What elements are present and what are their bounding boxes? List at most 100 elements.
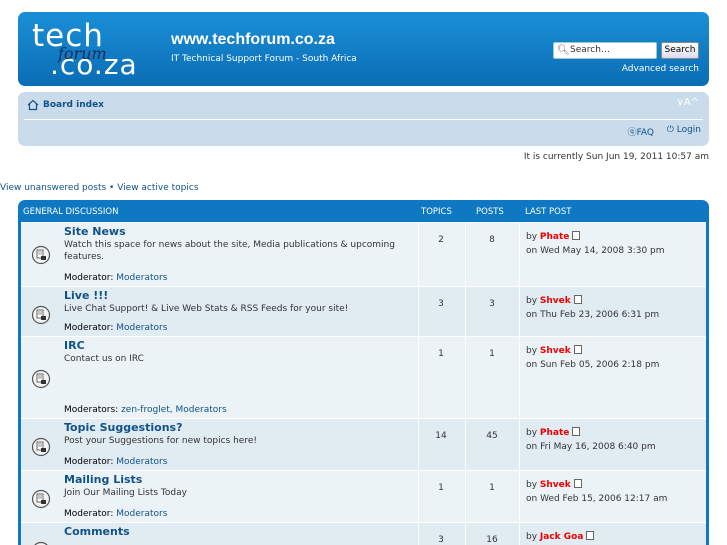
moderator-label: Moderator: (64, 509, 114, 519)
cell-divider (418, 471, 419, 522)
last-post-by: by (526, 480, 538, 490)
author-link[interactable]: Shvek (540, 346, 571, 356)
author-link[interactable]: Phate (540, 428, 569, 438)
posts-count: 1 (489, 483, 495, 493)
author-link[interactable]: Jack Goa (540, 532, 584, 542)
last-post-by: by (526, 346, 538, 356)
section-title[interactable]: GENERAL DISCUSSION (23, 207, 118, 217)
last-post-date: on Fri May 16, 2008 6:40 pm (526, 442, 656, 452)
forum-description: Live Chat Support! & Live Web Stats & RS… (64, 304, 349, 314)
view-latest-post-icon[interactable] (586, 531, 595, 540)
view-latest-post-icon[interactable] (573, 295, 582, 304)
last-post-author: by Shvek (526, 295, 582, 306)
navbar: Board index ∨A^ ⓠFAQ ⏻ Login (18, 92, 709, 146)
col-last-post: LAST POST (525, 207, 572, 217)
power-icon: ⏻ (666, 125, 674, 135)
topics-count: 1 (438, 349, 444, 359)
board-index-link[interactable]: Board index (43, 100, 104, 110)
forum-row: Mailing Lists Join Our Mailing Lists Toda… (21, 470, 706, 522)
forum-title-link[interactable]: Mailing Lists (64, 473, 142, 486)
moderator-label: Moderator: (64, 273, 114, 283)
forum-read-icon (31, 369, 51, 389)
moderator-label: Moderator: (64, 323, 114, 333)
posts-count: 45 (486, 431, 498, 441)
search-button[interactable]: Search (661, 42, 699, 59)
login-link[interactable]: ⏻ Login (667, 125, 701, 135)
forum-read-icon (31, 437, 51, 457)
cell-divider (519, 287, 520, 336)
view-latest-post-icon[interactable] (572, 231, 581, 240)
cell-divider (418, 523, 419, 545)
forum-moderators: Moderators: zen-froglet, Moderators (64, 405, 227, 415)
moderator-link[interactable]: Moderators (116, 509, 167, 519)
faq-icon: ⓠ (627, 128, 637, 138)
forum-moderators: Moderator: Moderators (64, 457, 167, 467)
cell-divider (519, 471, 520, 522)
last-post-date: on Wed Feb 15, 2006 12:17 am (526, 494, 668, 504)
posts-count: 16 (486, 535, 498, 545)
author-link[interactable]: Phate (540, 232, 569, 242)
login-label: Login (676, 125, 701, 135)
view-latest-post-icon[interactable] (573, 479, 582, 488)
cell-divider (519, 337, 520, 418)
forum-moderators: Moderator: Moderators (64, 323, 167, 333)
cell-divider (418, 419, 419, 470)
view-topics-links[interactable]: View unanswered posts • View active topi… (0, 183, 199, 193)
cell-divider (519, 523, 520, 545)
topics-count: 14 (435, 431, 447, 441)
cell-divider (519, 223, 520, 286)
view-latest-post-icon[interactable] (572, 427, 581, 436)
last-post-author: by Jack Goa (526, 531, 595, 542)
forum-title-link[interactable]: Site News (64, 225, 126, 238)
forum-row: Topic Suggestions? Post your Suggestions … (21, 418, 706, 470)
author-link[interactable]: Shvek (540, 480, 571, 490)
last-post-author: by Shvek (526, 479, 582, 490)
last-post-author: by Phate (526, 427, 581, 438)
view-latest-post-icon[interactable] (573, 345, 582, 354)
moderator-link[interactable]: Moderators (116, 323, 167, 333)
forum-moderators: Moderator: Moderators (64, 273, 167, 283)
cell-divider (465, 471, 466, 522)
cell-divider (519, 419, 520, 470)
posts-count: 1 (489, 349, 495, 359)
author-link[interactable]: Shvek (540, 296, 571, 306)
moderator-link[interactable]: Moderators (116, 273, 167, 283)
forum-title-link[interactable]: Live !!! (64, 289, 108, 302)
current-time: It is currently Sun Jun 19, 2011 10:57 a… (523, 152, 709, 162)
forum-title-link[interactable]: IRC (64, 339, 85, 352)
forum-description: Join Our Mailing Lists Today (64, 488, 187, 498)
forum-read-icon (31, 245, 51, 265)
forum-row: Comments 3 16 by Jack Goa (21, 522, 706, 545)
topics-count: 2 (438, 235, 444, 245)
font-size-toggle[interactable]: ∨A^ (676, 97, 699, 108)
last-post-by: by (526, 232, 538, 242)
cell-divider (465, 287, 466, 336)
cell-divider (465, 523, 466, 545)
site-logo[interactable]: tech .co.za forum (28, 18, 163, 81)
site-header: tech .co.za forum www.techforum.co.za IT… (18, 12, 709, 86)
forum-moderators: Moderator: Moderators (64, 509, 167, 519)
moderator-label: Moderator: (64, 457, 114, 467)
home-icon (27, 99, 39, 111)
site-title[interactable]: www.techforum.co.za (171, 31, 335, 49)
forum-description: Post your Suggestions for new topics her… (64, 436, 257, 446)
search-input[interactable]: 🔍︎ Search… (553, 42, 657, 59)
forum-read-icon (31, 305, 51, 325)
topics-count: 3 (438, 535, 444, 545)
last-post-date: on Wed May 14, 2008 3:30 pm (526, 246, 665, 256)
col-topics: TOPICS (421, 207, 452, 217)
forum-table-header: GENERAL DISCUSSION TOPICS POSTS LAST POS… (18, 200, 709, 222)
nav-divider (24, 119, 703, 120)
faq-link[interactable]: ⓠFAQ (628, 125, 654, 138)
advanced-search-link[interactable]: Advanced search (622, 64, 699, 74)
faq-label: FAQ (636, 128, 654, 138)
moderator-link[interactable]: Moderators (116, 457, 167, 467)
forum-title-link[interactable]: Topic Suggestions? (64, 421, 182, 434)
forum-read-icon (34, 541, 48, 545)
posts-count: 8 (489, 235, 495, 245)
forum-title-link[interactable]: Comments (64, 525, 130, 538)
moderator-label: Moderators: (64, 405, 119, 415)
forum-row: Site News Watch this space for news about… (21, 222, 706, 286)
moderator-link[interactable]: zen-froglet, Moderators (121, 405, 227, 415)
last-post-by: by (526, 296, 538, 306)
